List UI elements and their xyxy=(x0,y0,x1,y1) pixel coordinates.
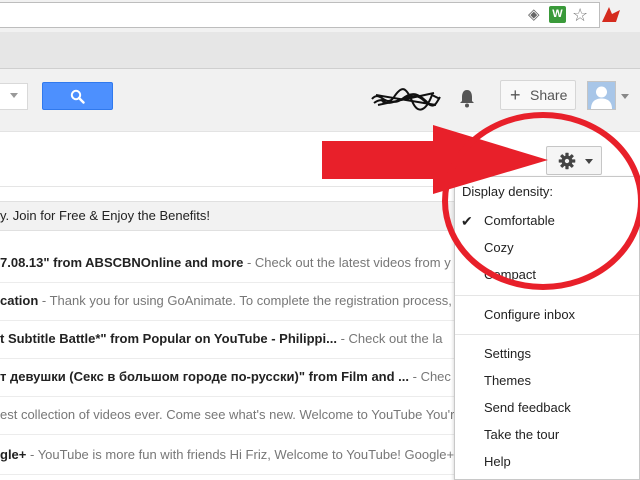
chevron-down-icon xyxy=(10,93,18,98)
notification-bell-icon[interactable] xyxy=(458,88,476,108)
search-button[interactable] xyxy=(42,82,113,110)
menu-item-themes[interactable]: Themes xyxy=(455,368,639,394)
menu-item-label: Comfortable xyxy=(484,213,555,228)
mail-subject: gle+ xyxy=(0,447,27,462)
mail-subject: т девушки (Секс в большом городе по-русс… xyxy=(0,369,410,384)
menu-item-label: Configure inbox xyxy=(484,307,576,322)
browser-tab-strip xyxy=(0,32,640,69)
mail-subject: t Subtitle Battle*" from Popular on YouT… xyxy=(0,331,337,346)
mail-subject: 7.08.13" from ABSCBNOnline and more xyxy=(0,255,244,270)
share-label: Share xyxy=(530,87,568,103)
browser-toolbar: ◈ W ☆ xyxy=(0,0,640,32)
menu-divider xyxy=(455,295,639,296)
menu-item-configure-inbox[interactable]: Configure inbox xyxy=(455,302,639,328)
mail-snippet: - Thank you for using GoAnimate. To comp… xyxy=(38,293,452,308)
search-options-dropdown[interactable] xyxy=(0,83,28,110)
display-density-heading: Display density: xyxy=(462,184,554,199)
menu-item-settings[interactable]: Settings xyxy=(455,341,639,367)
antivirus-extension-icon[interactable] xyxy=(600,4,622,33)
mail-subject: cation xyxy=(0,293,39,308)
redacted-username-scribble xyxy=(371,88,441,111)
menu-divider xyxy=(455,334,639,335)
mail-snippet: est collection of videos ever. Come see … xyxy=(0,407,455,422)
plus-icon: + xyxy=(510,85,521,105)
menu-item-label: Help xyxy=(484,454,511,469)
menu-item-send-feedback[interactable]: Send feedback xyxy=(455,395,639,421)
default-profile-icon xyxy=(591,86,612,109)
address-bar[interactable] xyxy=(0,2,600,28)
menu-item-take-the-tour[interactable]: Take the tour xyxy=(455,422,639,448)
search-icon xyxy=(70,89,85,104)
share-button[interactable]: + Share xyxy=(500,80,576,110)
settings-button[interactable] xyxy=(546,146,602,175)
menu-item-label: Themes xyxy=(484,373,531,388)
mail-snippet: - YouTube is more fun with friends Hi Fr… xyxy=(26,447,455,462)
star-icon[interactable]: ☆ xyxy=(572,2,588,28)
menu-item-label: Send feedback xyxy=(484,400,571,415)
mail-snippet: - Check out the latest videos from y xyxy=(243,255,451,270)
mail-snippet: - Check out the la xyxy=(336,331,443,346)
settings-menu: Display density: ✔ Comfortable Cozy Comp… xyxy=(454,176,640,480)
density-option-compact[interactable]: Compact xyxy=(455,262,639,288)
chevron-down-icon xyxy=(585,159,593,164)
account-chevron-down-icon[interactable] xyxy=(621,94,629,99)
menu-item-help[interactable]: Help xyxy=(455,449,639,475)
menu-item-label: Take the tour xyxy=(484,427,560,442)
page-action-icon[interactable]: ◈ xyxy=(528,2,540,28)
menu-item-label: Settings xyxy=(484,346,531,361)
check-icon: ✔ xyxy=(461,213,473,229)
density-option-cozy[interactable]: Cozy xyxy=(455,235,639,261)
menu-item-label: Cozy xyxy=(484,240,514,255)
density-option-comfortable[interactable]: ✔ Comfortable xyxy=(455,208,639,234)
avatar[interactable] xyxy=(587,81,616,110)
gmail-header: + Share xyxy=(0,69,640,132)
shield-extension-icon[interactable]: W xyxy=(549,6,566,23)
menu-item-label: Compact xyxy=(484,267,537,282)
mail-snippet: - Chec xyxy=(409,369,451,384)
promo-text: y. Join for Free & Enjoy the Benefits! xyxy=(0,208,211,223)
gear-icon xyxy=(558,152,576,170)
